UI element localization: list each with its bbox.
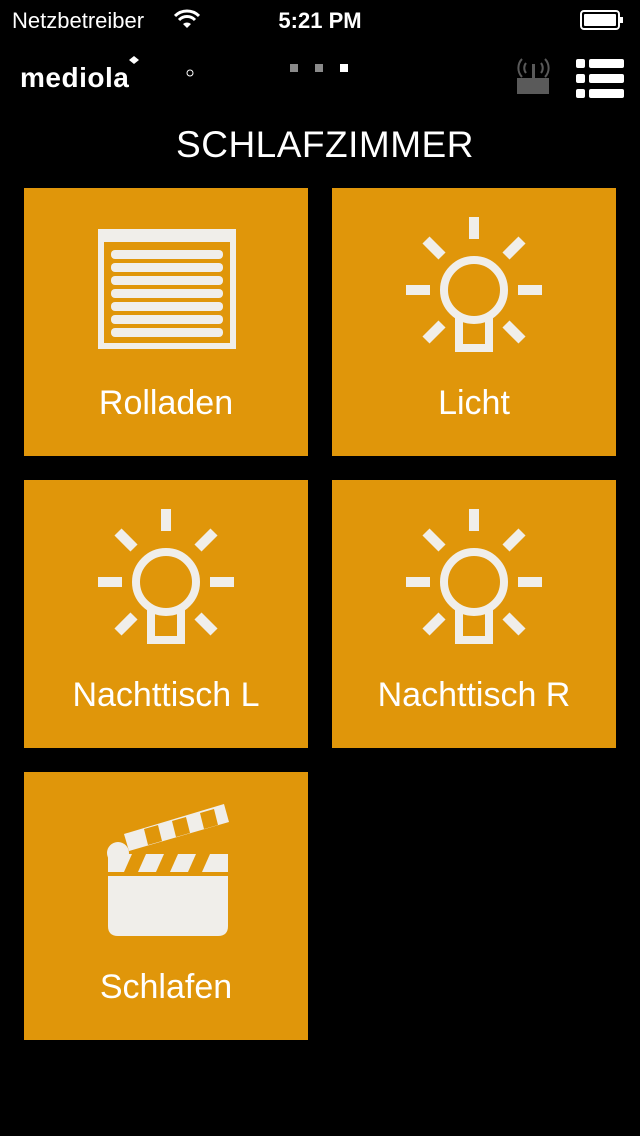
- tile-label: Rolladen: [98, 384, 234, 422]
- gateway-antenna-icon[interactable]: [514, 56, 552, 96]
- light-bulb-icon: [406, 509, 542, 644]
- status-time: 5:21 PM: [278, 8, 362, 33]
- list-menu-icon[interactable]: [576, 58, 624, 100]
- page-dot-active[interactable]: [340, 64, 348, 72]
- tile-label: Schlafen: [99, 968, 233, 1006]
- mediola-logo: mediola: [20, 56, 194, 92]
- tile-licht[interactable]: Licht: [332, 188, 616, 456]
- clapperboard-icon: [107, 804, 229, 936]
- logo-text: mediola: [20, 62, 129, 92]
- page-indicator[interactable]: [290, 64, 350, 74]
- tile-schlafen[interactable]: Schlafen: [24, 772, 308, 1040]
- status-bar: Netzbetreiber 5:21 PM: [0, 0, 640, 40]
- tile-nachttisch-l[interactable]: Nachttisch L: [24, 480, 308, 748]
- tile-label: Licht: [438, 384, 510, 422]
- room-title: SCHLAFZIMMER: [176, 124, 474, 165]
- light-bulb-icon: [98, 509, 234, 644]
- tile-label: Nachttisch L: [72, 676, 260, 714]
- page-dot[interactable]: [290, 64, 298, 72]
- battery-icon: [580, 10, 623, 30]
- light-bulb-icon: [406, 217, 542, 352]
- roller-shutter-icon: [98, 229, 236, 349]
- page-dot[interactable]: [315, 64, 323, 72]
- tile-nachttisch-r[interactable]: Nachttisch R: [332, 480, 616, 748]
- tile-rolladen[interactable]: Rolladen: [24, 188, 308, 456]
- tile-label: Nachttisch R: [377, 676, 571, 714]
